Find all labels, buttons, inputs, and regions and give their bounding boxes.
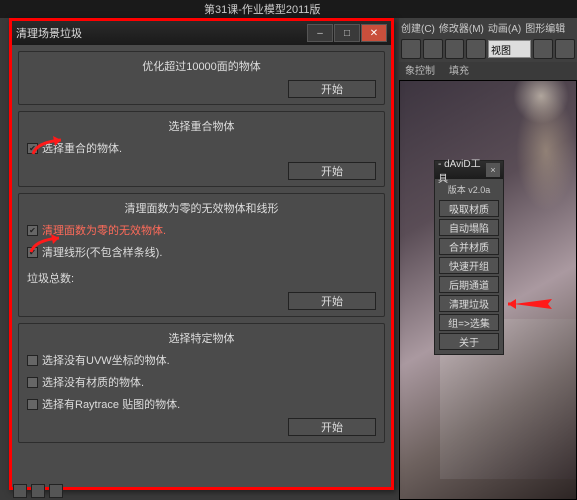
toolpanel-version: 版本 v2.0a xyxy=(439,183,499,196)
group-specific: 选择特定物体 选择没有UVW坐标的物体. 选择没有材质的物体. 选择有Raytr… xyxy=(18,323,385,443)
group-title: 清理面数为零的无效物体和线形 xyxy=(27,200,376,216)
minimize-button[interactable]: – xyxy=(307,24,333,42)
checkbox-zero-face[interactable] xyxy=(27,225,38,236)
btn-about[interactable]: 关于 xyxy=(439,333,499,350)
annotation-arrow-icon xyxy=(508,295,552,313)
dialog-titlebar[interactable]: 清理场景垃圾 – □ ✕ xyxy=(12,21,391,45)
viewport-deco xyxy=(516,91,576,211)
btn-clean-garbage[interactable]: 清理垃圾 xyxy=(439,295,499,312)
start-button[interactable]: 开始 xyxy=(288,418,376,436)
garbage-total-label: 垃圾总数: xyxy=(27,270,74,286)
btn-auto-collapse[interactable]: 自动塌陷 xyxy=(439,219,499,236)
sublabels: 象控制 填充 xyxy=(399,62,577,78)
checkbox-label: 选择没有材质的物体. xyxy=(42,374,144,390)
close-icon[interactable]: × xyxy=(486,163,500,177)
menu-animation[interactable]: 动画(A) xyxy=(488,20,521,35)
david-tool-panel: - dAviD工具 × 版本 v2.0a 吸取材质 自动塌陷 合并材质 快速开组… xyxy=(434,160,504,355)
group-title: 选择特定物体 xyxy=(27,330,376,346)
tool-icon[interactable] xyxy=(466,39,486,59)
start-button[interactable]: 开始 xyxy=(288,162,376,180)
checkbox-no-uvw[interactable] xyxy=(27,355,38,366)
group-optimize: 优化超过10000面的物体 开始 xyxy=(18,51,385,105)
status-bar xyxy=(9,482,394,500)
btn-quick-open-group[interactable]: 快速开组 xyxy=(439,257,499,274)
group-title: 选择重合物体 xyxy=(27,118,376,134)
btn-group-to-selset[interactable]: 组=>选集 xyxy=(439,314,499,331)
btn-pick-material[interactable]: 吸取材质 xyxy=(439,200,499,217)
group-duplicate: 选择重合物体 选择重合的物体. 开始 xyxy=(18,111,385,187)
dialog-title: 清理场景垃圾 xyxy=(16,25,306,41)
tool-icon[interactable] xyxy=(555,39,575,59)
group-zero-face: 清理面数为零的无效物体和线形 清理面数为零的无效物体. 清理线形(不包含样条线)… xyxy=(18,193,385,317)
toolpanel-titlebar[interactable]: - dAviD工具 × xyxy=(435,161,503,179)
checkbox-spline[interactable] xyxy=(27,247,38,258)
tool-icon[interactable] xyxy=(533,39,553,59)
app-titlebar: 第31课-作业模型2011版 xyxy=(0,0,577,18)
view-select[interactable]: 视图 xyxy=(488,40,531,58)
menu-modifier[interactable]: 修改器(M) xyxy=(439,20,484,35)
checkbox-duplicate[interactable] xyxy=(27,143,38,154)
tool-icon[interactable] xyxy=(445,39,465,59)
maximize-button[interactable]: □ xyxy=(334,24,360,42)
status-icon[interactable] xyxy=(31,484,45,498)
status-icon[interactable] xyxy=(13,484,27,498)
btn-merge-material[interactable]: 合并材质 xyxy=(439,238,499,255)
menubar: 创建(C) 修改器(M) 动画(A) 图形编辑 xyxy=(399,18,577,36)
tool-icon[interactable] xyxy=(401,39,421,59)
checkbox-label: 选择重合的物体. xyxy=(42,140,122,156)
start-button[interactable]: 开始 xyxy=(288,292,376,310)
tool-icon[interactable] xyxy=(423,39,443,59)
sublabel-a: 象控制 xyxy=(405,62,435,78)
main-toolbar: 视图 xyxy=(399,36,577,62)
sublabel-b: 填充 xyxy=(449,62,469,78)
toolpanel-title: - dAviD工具 xyxy=(438,155,486,185)
close-button[interactable]: ✕ xyxy=(361,24,387,42)
checkbox-no-material[interactable] xyxy=(27,377,38,388)
menu-create[interactable]: 创建(C) xyxy=(401,20,435,35)
app-title: 第31课-作业模型2011版 xyxy=(204,1,321,17)
checkbox-raytrace[interactable] xyxy=(27,399,38,410)
checkbox-label: 清理线形(不包含样条线). xyxy=(42,244,162,260)
start-button[interactable]: 开始 xyxy=(288,80,376,98)
btn-post-channel[interactable]: 后期通道 xyxy=(439,276,499,293)
status-icon[interactable] xyxy=(49,484,63,498)
checkbox-label: 选择没有UVW坐标的物体. xyxy=(42,352,170,368)
group-title: 优化超过10000面的物体 xyxy=(27,58,376,74)
checkbox-label: 清理面数为零的无效物体. xyxy=(42,222,166,238)
menu-graph[interactable]: 图形编辑 xyxy=(525,20,565,35)
clean-scene-dialog: 清理场景垃圾 – □ ✕ 优化超过10000面的物体 开始 选择重合物体 选择重… xyxy=(9,18,394,490)
checkbox-label: 选择有Raytrace 贴图的物体. xyxy=(42,396,180,412)
